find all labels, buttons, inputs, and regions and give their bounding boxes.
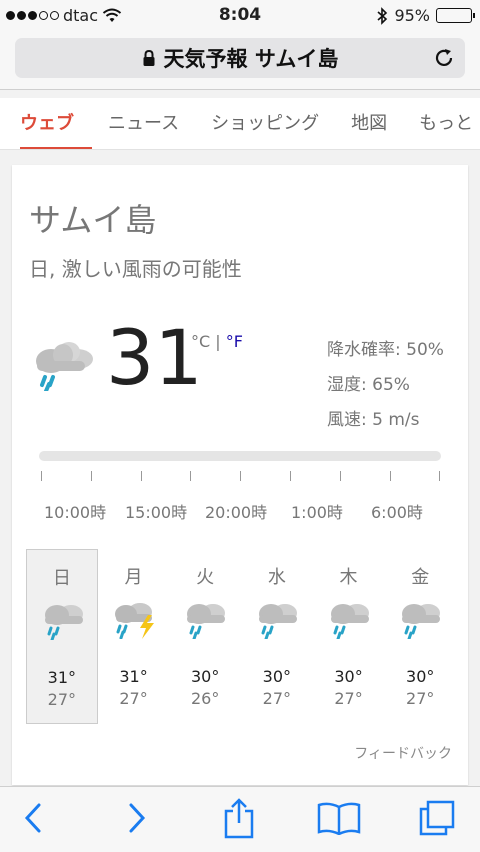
hour-tick — [339, 471, 341, 481]
lock-icon — [143, 49, 155, 66]
hourly-slider-track[interactable] — [39, 451, 441, 461]
rain-cloud-icon — [329, 602, 371, 639]
hour-tick — [389, 471, 391, 481]
day-forecast[interactable]: 金 30° 27° — [384, 549, 456, 724]
unit-toggle: °C | °F — [191, 332, 243, 351]
battery-percent: 95% — [394, 6, 430, 25]
unit-fahrenheit[interactable]: °F — [226, 332, 243, 351]
search-tabs: ウェブ ニュース ショッピング 地図 もっと — [0, 98, 480, 150]
location-title: サムイ島 — [29, 201, 157, 239]
day-name: 月 — [124, 567, 143, 588]
hour-tick — [439, 471, 441, 481]
day-high: 30° — [262, 667, 292, 686]
back-icon[interactable] — [22, 801, 44, 835]
status-bar: dtac 8:04 95% — [0, 0, 480, 32]
rain-cloud-icon — [257, 602, 299, 639]
hour-tick — [240, 471, 242, 481]
wind-text: 風速: 5 m/s — [327, 410, 420, 430]
tab-shopping[interactable]: ショッピング — [195, 98, 335, 149]
tab-more[interactable]: もっと — [403, 98, 480, 149]
thunderstorm-icon — [114, 603, 154, 639]
day-forecast[interactable]: 日 31° 27° — [26, 549, 98, 724]
hourly-ticks — [39, 471, 441, 485]
hour-label: 1:00時 — [291, 503, 343, 522]
day-forecast[interactable]: 火 30° 26° — [169, 549, 241, 724]
unit-celsius[interactable]: °C — [191, 332, 210, 351]
battery-icon — [436, 8, 475, 23]
rain-cloud-icon — [400, 602, 442, 639]
day-forecast[interactable]: 月 31° 27° — [98, 549, 170, 724]
day-high: 30° — [191, 667, 220, 686]
day-low: 27° — [406, 689, 435, 708]
hour-label: 15:00時 — [125, 503, 188, 522]
day-name: 火 — [196, 567, 215, 588]
day-low: 27° — [334, 689, 363, 708]
day-name: 日 — [52, 568, 71, 589]
day-forecast[interactable]: 水 30° 27° — [241, 549, 313, 724]
address-bar[interactable]: 天気予報 サムイ島 — [15, 38, 465, 78]
rain-cloud-icon — [185, 602, 227, 639]
day-low: 27° — [47, 690, 77, 709]
tab-maps[interactable]: 地図 — [335, 98, 403, 149]
day-low: 27° — [262, 689, 292, 708]
hour-tick — [140, 471, 142, 481]
unit-separator: | — [215, 332, 221, 351]
bookmarks-icon[interactable] — [316, 801, 362, 835]
browser-toolbar — [0, 786, 480, 852]
bluetooth-icon — [377, 6, 388, 25]
feedback-link[interactable]: フィードバック — [354, 743, 452, 763]
precipitation-text: 降水確率: 50% — [327, 340, 444, 360]
share-icon[interactable] — [222, 797, 256, 839]
hour-label: 10:00時 — [44, 503, 107, 522]
day-name: 水 — [267, 567, 286, 588]
hour-tick — [290, 471, 291, 481]
day-high: 30° — [334, 667, 363, 686]
weather-details: 降水確率: 50% 湿度: 65% 風速: 5 m/s — [327, 333, 444, 438]
condition-text: 日, 激しい風雨の可能性 — [29, 257, 242, 281]
day-name: 木 — [339, 567, 358, 588]
rain-cloud-icon — [36, 342, 93, 391]
hour-label: 6:00時 — [371, 503, 423, 522]
day-forecast[interactable]: 木 30° 27° — [313, 549, 385, 724]
day-high: 31° — [47, 668, 77, 687]
day-high: 30° — [406, 667, 435, 686]
day-low: 27° — [119, 689, 148, 708]
tabs-icon[interactable] — [418, 799, 456, 837]
address-bar-area: 天気予報 サムイ島 — [0, 32, 480, 90]
humidity-text: 湿度: 65% — [327, 375, 410, 395]
status-right: 95% — [376, 6, 475, 25]
day-name: 金 — [411, 567, 430, 588]
current-temperature: 31 — [106, 313, 203, 402]
hour-tick — [190, 471, 192, 481]
day-high: 31° — [119, 667, 148, 686]
rain-cloud-icon — [43, 603, 85, 640]
day-low: 26° — [191, 689, 220, 708]
hour-label: 20:00時 — [205, 503, 268, 522]
forward-icon[interactable] — [126, 801, 148, 835]
reload-icon[interactable] — [433, 47, 455, 69]
hour-tick — [41, 471, 42, 481]
tab-news[interactable]: ニュース — [92, 98, 195, 149]
hour-tick — [90, 471, 92, 481]
daily-forecast: 日 31° 27° 月 31° 27° 火 30° 26° 水 30° 27° … — [26, 549, 456, 724]
page-title: 天気予報 サムイ島 — [163, 47, 339, 71]
weather-card: サムイ島 日, 激しい風雨の可能性 31 °C | °F 降水確率: 50% 湿… — [12, 165, 468, 785]
tab-web[interactable]: ウェブ — [0, 98, 92, 149]
